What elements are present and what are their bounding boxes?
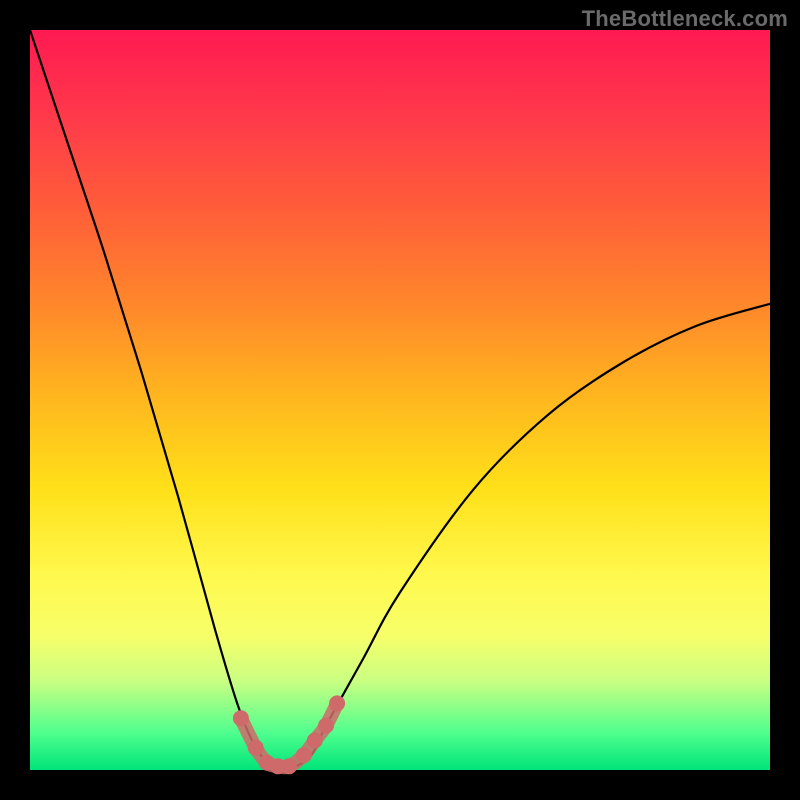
marker-dot	[329, 695, 345, 711]
marker-dot	[233, 710, 249, 726]
marker-band	[241, 703, 337, 767]
marker-dot	[281, 758, 297, 774]
watermark-text: TheBottleneck.com	[582, 6, 788, 32]
marker-dot	[296, 747, 312, 763]
marker-dot	[248, 740, 264, 756]
curve-svg	[30, 30, 770, 770]
marker-dot	[307, 732, 323, 748]
marker-dot	[318, 718, 334, 734]
bottleneck-curve	[30, 30, 770, 771]
plot-area	[30, 30, 770, 770]
chart-frame: TheBottleneck.com	[0, 0, 800, 800]
